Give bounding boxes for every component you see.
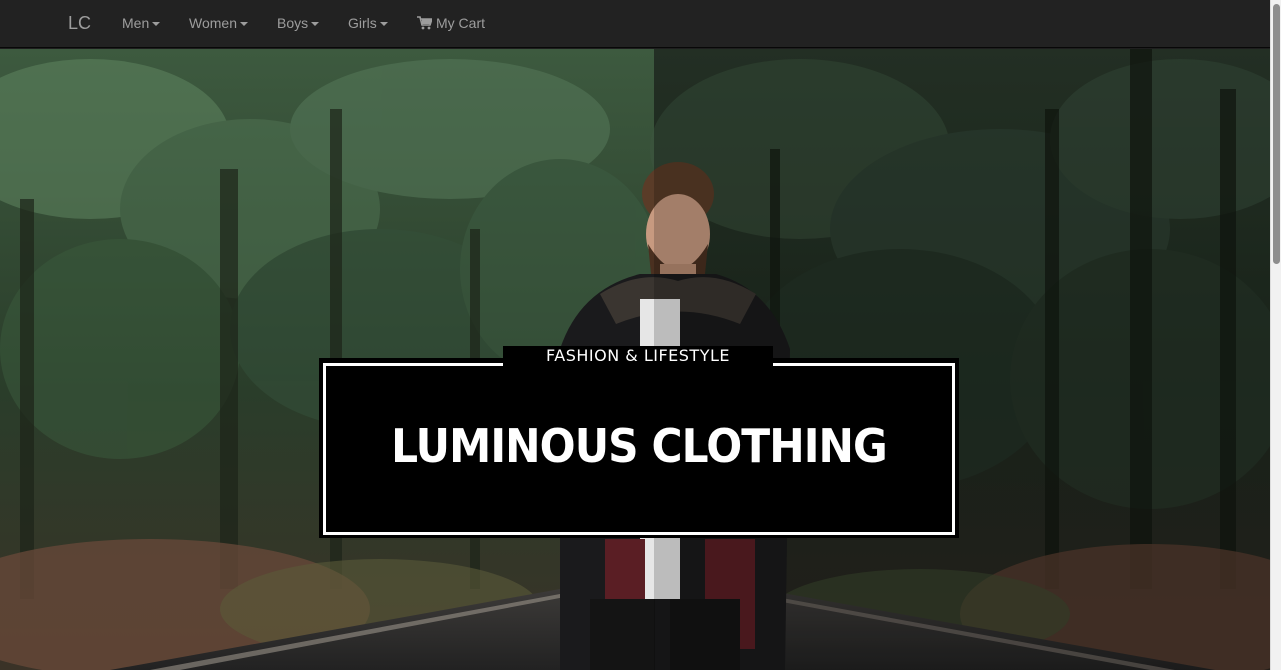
hero-title-box: FASHION & LIFESTYLE LUMINOUS CLOTHING <box>319 346 959 538</box>
nav-boys-dropdown[interactable]: Boys <box>277 14 320 32</box>
nav-men-dropdown[interactable]: Men <box>122 14 161 32</box>
caret-down-icon <box>152 21 161 26</box>
hero-banner: FASHION & LIFESTYLE LUMINOUS CLOTHING <box>0 49 1270 670</box>
cart-icon <box>417 16 432 30</box>
nav-my-cart-label: My Cart <box>436 15 485 31</box>
nav-men-label: Men <box>122 15 150 31</box>
nav-women-dropdown[interactable]: Women <box>189 14 248 32</box>
hero-tagline: FASHION & LIFESTYLE <box>503 346 773 366</box>
caret-down-icon <box>311 21 320 26</box>
page-scrollbar[interactable] <box>1270 0 1281 670</box>
scrollbar-thumb[interactable] <box>1273 4 1280 264</box>
nav-my-cart[interactable]: My Cart <box>417 14 485 32</box>
top-navbar: LC Men Women Boys Girls My Cart <box>0 0 1270 48</box>
nav-women-label: Women <box>189 15 237 31</box>
hero-title: LUMINOUS CLOTHING <box>391 419 888 473</box>
nav-girls-label: Girls <box>348 15 377 31</box>
caret-down-icon <box>239 21 248 26</box>
caret-down-icon <box>379 21 388 26</box>
nav-boys-label: Boys <box>277 15 309 31</box>
nav-girls-dropdown[interactable]: Girls <box>348 14 388 32</box>
brand-logo[interactable]: LC <box>68 12 91 34</box>
